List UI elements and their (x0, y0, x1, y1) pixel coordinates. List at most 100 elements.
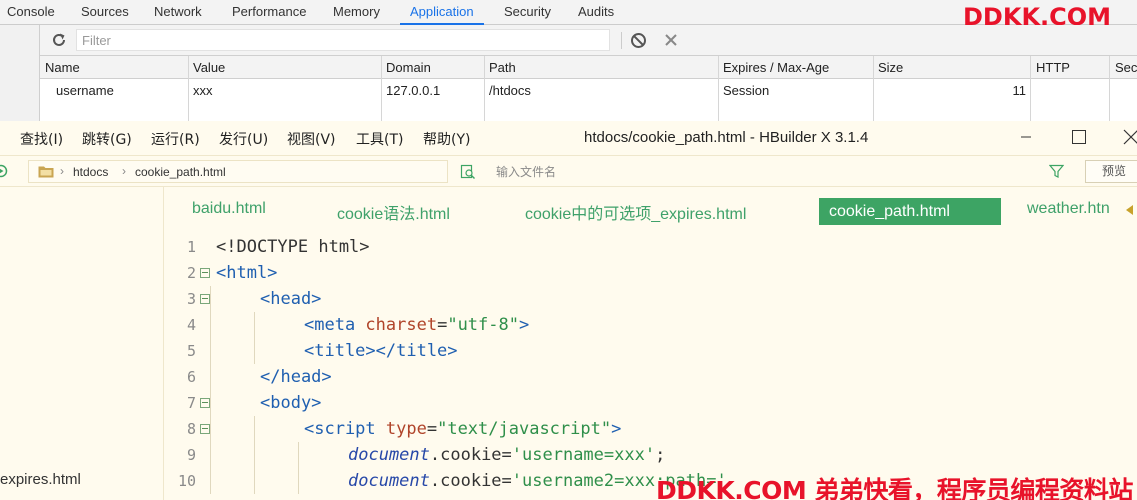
sidebar-file-item[interactable]: expires.html (0, 471, 81, 488)
col-size[interactable]: Size (878, 56, 903, 79)
tab-scroll-left-icon[interactable] (1126, 205, 1133, 215)
code-token: .cookie= (429, 445, 512, 465)
indent-guide (210, 442, 211, 468)
indent-guide (210, 468, 211, 494)
preview-button[interactable]: 预览 (1085, 160, 1137, 183)
code-text: document.cookie='username=xxx'; (348, 442, 665, 468)
cell-path: /htdocs (489, 83, 531, 98)
col-path[interactable]: Path (489, 56, 516, 79)
tab-sources[interactable]: Sources (81, 0, 129, 25)
column-divider[interactable] (718, 56, 719, 121)
menu-find[interactable]: 查找(I) (20, 129, 63, 149)
tab-network[interactable]: Network (154, 0, 202, 25)
menu-goto[interactable]: 跳转(G) (82, 129, 132, 149)
code-text: <title></title> (304, 338, 458, 364)
menu-publish[interactable]: 发行(U) (219, 129, 268, 149)
col-value[interactable]: Value (193, 56, 225, 79)
cell-value: xxx (193, 83, 213, 98)
fold-toggle-icon[interactable] (200, 294, 210, 304)
fold-toggle-icon[interactable] (200, 398, 210, 408)
code-text: <meta charset="utf-8"> (304, 312, 529, 338)
filter-input[interactable] (76, 29, 610, 51)
fold-toggle-icon[interactable] (200, 424, 210, 434)
close-icon[interactable] (1121, 127, 1137, 147)
cookie-toolbar (40, 25, 1137, 56)
tab-baidu[interactable]: baidu.html (192, 200, 266, 218)
line-number: 7 (186, 394, 196, 412)
file-search-icon[interactable] (460, 164, 476, 180)
column-divider[interactable] (484, 56, 485, 121)
code-text: <head> (260, 286, 321, 312)
chevron-right-icon: › (122, 164, 126, 178)
breadcrumb-file[interactable]: cookie_path.html (135, 165, 226, 179)
code-line[interactable]: 9 document.cookie='username=xxx'; (164, 442, 1137, 468)
line-number: 5 (186, 342, 196, 360)
tab-cookie-expires[interactable]: cookie中的可选项_expires.html (525, 200, 746, 224)
code-token: document (348, 445, 430, 465)
indent-guide (254, 468, 255, 494)
column-divider[interactable] (1030, 56, 1031, 121)
code-token: "text/javascript" (437, 419, 612, 439)
tab-cookie-syntax[interactable]: cookie语法.html (337, 200, 450, 224)
indent-guide (210, 390, 211, 416)
cell-name: username (56, 83, 114, 98)
col-secure[interactable]: Secu (1115, 56, 1137, 79)
filter-icon[interactable] (1049, 164, 1064, 179)
code-token: <!DOCTYPE html> (216, 237, 370, 257)
menu-help[interactable]: 帮助(Y) (423, 129, 470, 149)
cell-size: 11 (1012, 83, 1027, 98)
indent-guide (210, 338, 211, 364)
tab-console[interactable]: Console (7, 0, 55, 25)
refresh-icon[interactable] (50, 31, 68, 49)
code-token: .cookie= (429, 471, 512, 491)
tab-security[interactable]: Security (504, 0, 551, 25)
code-token: > (611, 419, 622, 439)
code-token: "utf-8" (447, 315, 519, 335)
indent-guide (210, 286, 211, 312)
col-domain[interactable]: Domain (386, 56, 431, 79)
code-editor[interactable]: 1 <!DOCTYPE html> 2 <html> 3 <head> 4 <meta cha… (164, 234, 1137, 500)
menu-view[interactable]: 视图(V) (287, 129, 336, 149)
column-divider[interactable] (873, 56, 874, 121)
project-sidebar: expires.html (0, 187, 164, 500)
col-expires[interactable]: Expires / Max-Age (723, 56, 829, 79)
tab-audits[interactable]: Audits (578, 0, 614, 25)
menu-tools[interactable]: 工具(T) (356, 129, 403, 149)
tab-memory[interactable]: Memory (333, 0, 380, 25)
column-divider[interactable] (188, 56, 189, 121)
tab-cookie-path[interactable]: cookie_path.html (819, 198, 1001, 225)
clear-all-icon[interactable] (630, 32, 647, 49)
breadcrumb-htdocs[interactable]: htdocs (73, 165, 108, 179)
code-line[interactable]: 1 <!DOCTYPE html> (164, 234, 1137, 260)
tab-weather[interactable]: weather.htn (1027, 200, 1119, 218)
column-divider[interactable] (1109, 56, 1110, 121)
maximize-icon[interactable] (1069, 127, 1089, 147)
toolbar-separator (621, 32, 622, 49)
code-text: <script type="text/javascript"> (304, 416, 621, 442)
col-name[interactable]: Name (45, 56, 80, 79)
hbuilder-window: 查找(I) 跳转(G) 运行(R) 发行(U) 视图(V) 工具(T) 帮助(Y… (0, 121, 1137, 500)
code-line[interactable]: 4 <meta charset="utf-8"> (164, 312, 1137, 338)
run-icon[interactable] (0, 164, 8, 178)
code-line[interactable]: 3 <head> (164, 286, 1137, 312)
code-line[interactable]: 2 <html> (164, 260, 1137, 286)
fold-toggle-icon[interactable] (200, 268, 210, 278)
code-line[interactable]: 6 </head> (164, 364, 1137, 390)
col-http[interactable]: HTTP (1036, 56, 1070, 79)
code-line[interactable]: 7 <body> (164, 390, 1137, 416)
file-search-input[interactable] (488, 160, 1078, 183)
menu-run[interactable]: 运行(R) (151, 129, 200, 149)
table-row[interactable]: username xxx 127.0.0.1 /htdocs Session 1… (40, 79, 1137, 103)
code-line[interactable]: 5 <title></title> (164, 338, 1137, 364)
code-text: <html> (216, 260, 277, 286)
delete-selected-icon[interactable] (662, 31, 680, 49)
minimize-icon[interactable] (1016, 127, 1036, 147)
indent-guide (298, 442, 299, 468)
tab-performance[interactable]: Performance (232, 0, 306, 25)
tab-application[interactable]: Application (400, 0, 484, 25)
chevron-right-icon: › (60, 164, 64, 178)
line-number: 8 (186, 420, 196, 438)
editor-tab-bar: baidu.html cookie语法.html cookie中的可选项_exp… (164, 187, 1137, 229)
column-divider[interactable] (381, 56, 382, 121)
code-line[interactable]: 8 <script type="text/javascript"> (164, 416, 1137, 442)
